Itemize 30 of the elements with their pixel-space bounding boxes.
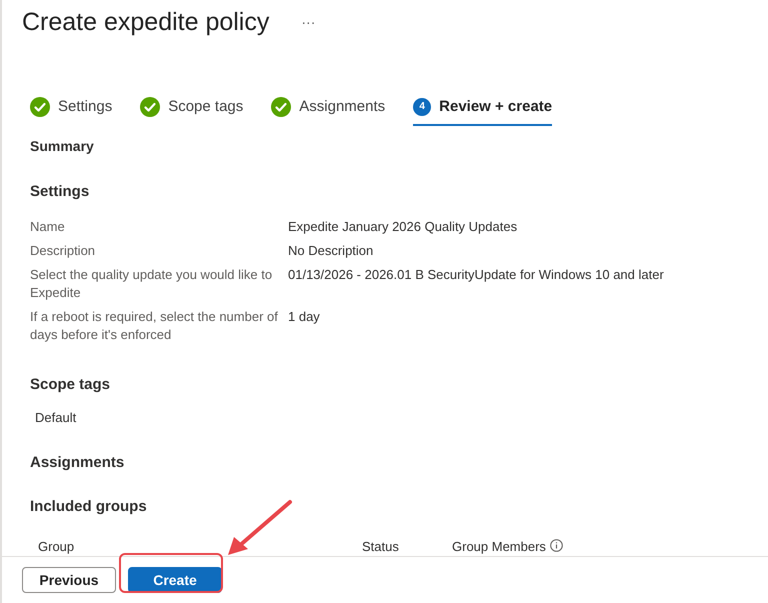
step-number: 4: [413, 98, 432, 116]
section-heading: Scope tags: [30, 374, 112, 394]
section-heading: Settings: [30, 182, 90, 202]
check-circle-icon: [140, 96, 160, 117]
more-button[interactable]: ···: [301, 12, 316, 34]
field-value: Expedite January 2026 Quality Updates: [288, 218, 518, 236]
wizard-step[interactable]: Settings: [30, 92, 112, 126]
column-header: Status: [362, 538, 400, 556]
wizard-step[interactable]: Assignments: [271, 92, 386, 126]
field-value: 1 day: [288, 308, 320, 326]
field-value: 01/13/2026 - 2026.01 B SecurityUpdate for Windows 10 and later: [288, 266, 664, 284]
field-label: Description: [30, 242, 96, 260]
check-circle-icon: [271, 96, 292, 117]
info-icon: [550, 538, 563, 552]
column-header: Group Members: [452, 538, 546, 556]
wizard-step[interactable]: 4 Review + create: [413, 92, 552, 126]
page-title: Create expedite policy: [22, 7, 270, 38]
field-label: Select the quality update you would like to Expedite: [30, 266, 274, 302]
create-button[interactable]: Create: [128, 567, 222, 593]
check-circle-icon: [30, 96, 50, 117]
section-heading: Summary: [30, 137, 95, 156]
field-label: Name: [30, 218, 66, 236]
scope-tag: Default: [30, 408, 768, 428]
previous-button[interactable]: Previous: [22, 567, 116, 593]
column-header: Group: [38, 538, 76, 556]
field-label: If a reboot is required, select the number of days before it's enforced: [30, 308, 279, 344]
section-heading: Assignments: [30, 452, 126, 472]
section-heading: Included groups: [30, 497, 148, 517]
field-value: No Description: [288, 242, 374, 260]
wizard-step[interactable]: Scope tags: [140, 92, 244, 126]
